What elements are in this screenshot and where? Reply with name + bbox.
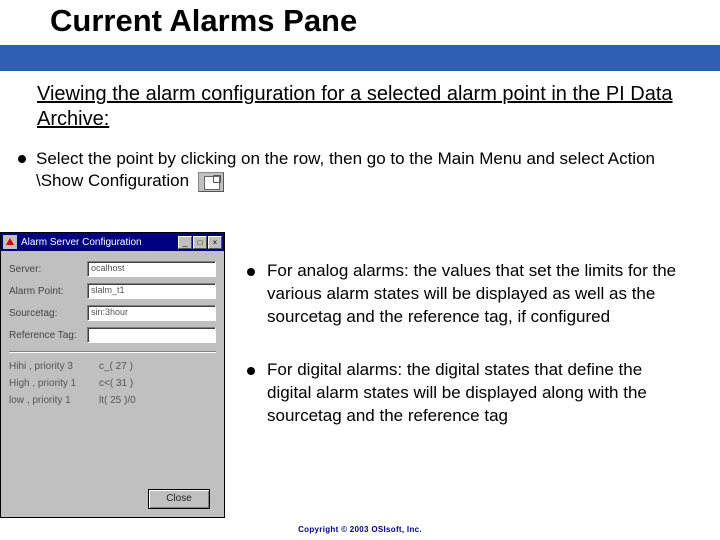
list-item: For digital alarms: the digital states t… [247, 359, 690, 428]
alarm-point-field[interactable]: slalm_t1 [87, 283, 216, 299]
dialog-separator [9, 351, 216, 353]
server-row: Server: ocalhost [9, 261, 216, 277]
limit-value: c_( 27 ) [99, 361, 216, 372]
limit-value: lt( 25 )/0 [99, 395, 216, 406]
copyright-text: Copyright © 2003 OSIsoft, Inc. [0, 525, 720, 534]
close-window-button[interactable]: × [208, 236, 222, 249]
right-bullet-list: For analog alarms: the values that set t… [247, 260, 690, 428]
server-field[interactable]: ocalhost [87, 261, 216, 277]
list-item: For analog alarms: the values that set t… [247, 260, 690, 329]
titlebar-buttons: _ □ × [178, 236, 222, 249]
dialog-footer: Close [148, 489, 210, 509]
bullet-icon [247, 268, 255, 276]
sourcetag-row: Sourcetag: sin:3hour [9, 305, 216, 321]
alarm-server-configuration-dialog: Alarm Server Configuration _ □ × Server:… [0, 232, 225, 518]
limit-row-2: low , priority 1 lt( 25 )/0 [9, 395, 216, 406]
limit-row-0: Hihi , priority 3 c_( 27 ) [9, 361, 216, 372]
limit-row-1: High , priority 1 c<( 31 ) [9, 378, 216, 389]
right-bullet-text-0: For analog alarms: the values that set t… [267, 260, 690, 329]
main-bullet-label: Select the point by clicking on the row,… [36, 149, 655, 190]
slide-title: Current Alarms Pane [50, 3, 357, 39]
subtitle-text: Viewing the alarm configuration for a se… [37, 83, 673, 130]
maximize-button[interactable]: □ [193, 236, 207, 249]
reference-tag-row: Reference Tag: [9, 327, 216, 343]
minimize-button[interactable]: _ [178, 236, 192, 249]
dialog-app-icon [3, 235, 17, 249]
header-band [0, 45, 720, 71]
limit-label: High , priority 1 [9, 378, 99, 389]
main-bullet: Select the point by clicking on the row,… [18, 148, 700, 192]
sourcetag-label: Sourcetag: [9, 308, 87, 319]
dialog-body: Server: ocalhost Alarm Point: slalm_t1 S… [1, 251, 224, 418]
dialog-titlebar: Alarm Server Configuration _ □ × [1, 233, 224, 251]
main-bullet-text: Select the point by clicking on the row,… [36, 148, 700, 192]
alarm-point-label: Alarm Point: [9, 286, 87, 297]
limit-label: Hihi , priority 3 [9, 361, 99, 372]
right-bullet-text-1: For digital alarms: the digital states t… [267, 359, 690, 428]
close-button[interactable]: Close [148, 489, 210, 509]
bullet-icon [247, 367, 255, 375]
reference-tag-label: Reference Tag: [9, 330, 87, 341]
show-configuration-icon [198, 172, 224, 192]
reference-tag-field[interactable] [87, 327, 216, 343]
dialog-title: Alarm Server Configuration [21, 237, 178, 248]
alarm-point-row: Alarm Point: slalm_t1 [9, 283, 216, 299]
server-label: Server: [9, 264, 87, 275]
limit-label: low , priority 1 [9, 395, 99, 406]
slide-subtitle: Viewing the alarm configuration for a se… [37, 82, 700, 132]
bullet-icon [18, 155, 26, 163]
limit-value: c<( 31 ) [99, 378, 216, 389]
sourcetag-field[interactable]: sin:3hour [87, 305, 216, 321]
